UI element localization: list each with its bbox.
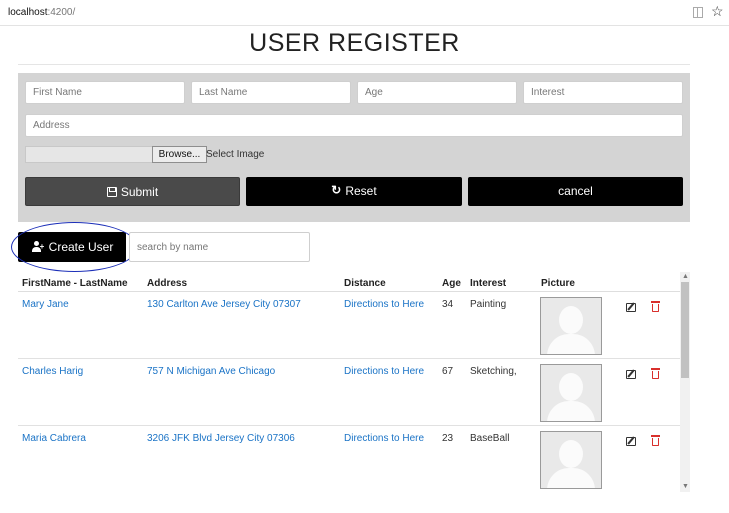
header-interest[interactable]: Interest — [470, 278, 506, 289]
submit-label: Submit — [120, 185, 159, 199]
row-age: 34 — [442, 299, 454, 310]
avatar-placeholder — [540, 364, 602, 422]
row-age: 23 — [442, 433, 454, 444]
table-row: Charles Harig 757 N Michigan Ave Chicago… — [18, 359, 680, 426]
edit-icon[interactable] — [626, 303, 636, 312]
header-address[interactable]: Address — [147, 278, 187, 289]
table-row: Maria Cabrera 3206 JFK Blvd Jersey City … — [18, 426, 680, 492]
age-input[interactable] — [357, 81, 517, 104]
create-user-label: Create User — [48, 240, 114, 254]
header-distance[interactable]: Distance — [344, 278, 386, 289]
header-age[interactable]: Age — [442, 278, 461, 289]
favorite-star-icon[interactable]: ☆ — [711, 4, 724, 18]
row-address[interactable]: 130 Carlton Ave Jersey City 07307 — [147, 299, 301, 310]
row-address[interactable]: 3206 JFK Blvd Jersey City 07306 — [147, 433, 295, 444]
row-interest: Sketching, — [470, 366, 517, 377]
reset-button[interactable]: ↻ Reset — [246, 177, 462, 206]
submit-button[interactable]: Submit — [25, 177, 240, 206]
browse-button[interactable]: Browse... — [152, 146, 207, 163]
row-directions-link[interactable]: Directions to Here — [344, 299, 424, 310]
reader-view-icon[interactable] — [693, 7, 703, 18]
row-address[interactable]: 757 N Michigan Ave Chicago — [147, 366, 275, 377]
create-user-button[interactable]: + Create User — [18, 232, 126, 262]
search-input[interactable] — [129, 232, 310, 262]
table-header: FirstName - LastName Address Distance Ag… — [18, 272, 689, 292]
address-input[interactable] — [25, 114, 683, 137]
row-interest: Painting — [470, 299, 507, 310]
row-name[interactable]: Maria Cabrera — [22, 433, 86, 444]
scroll-thumb[interactable] — [681, 282, 689, 378]
select-image-label: Select Image — [206, 149, 265, 160]
browser-address-bar[interactable]: localhost:4200/ ☆ — [0, 0, 729, 26]
page-title: USER REGISTER — [249, 29, 460, 57]
table-scrollbar[interactable]: ▲ ▼ — [680, 272, 690, 492]
floppy-disk-icon — [106, 186, 117, 197]
interest-input[interactable] — [523, 81, 683, 104]
row-name[interactable]: Mary Jane — [22, 299, 69, 310]
title-divider — [18, 64, 690, 65]
url-text[interactable]: localhost:4200/ — [8, 7, 75, 18]
users-table: FirstName - LastName Address Distance Ag… — [18, 272, 689, 492]
scroll-down-arrow-icon[interactable]: ▼ — [682, 483, 689, 490]
user-form-panel: Browse... Select Image Submit ↻Reset can… — [18, 73, 690, 222]
row-interest: BaseBall — [470, 433, 510, 444]
first-name-input[interactable] — [25, 81, 185, 104]
reset-label: Reset — [345, 184, 377, 198]
file-path-box[interactable] — [25, 146, 153, 163]
edit-icon[interactable] — [626, 370, 636, 379]
avatar-placeholder — [540, 431, 602, 489]
header-name[interactable]: FirstName - LastName — [22, 278, 128, 289]
user-plus-icon: + — [31, 241, 45, 253]
refresh-icon: ↻ — [331, 183, 342, 198]
row-name[interactable]: Charles Harig — [22, 366, 83, 377]
cancel-button[interactable]: cancel — [468, 177, 683, 206]
cancel-label: cancel — [558, 184, 593, 198]
row-directions-link[interactable]: Directions to Here — [344, 433, 424, 444]
header-picture[interactable]: Picture — [541, 278, 575, 289]
trash-icon[interactable] — [651, 301, 660, 312]
row-directions-link[interactable]: Directions to Here — [344, 366, 424, 377]
trash-icon[interactable] — [651, 435, 660, 446]
scroll-up-arrow-icon[interactable]: ▲ — [682, 273, 689, 280]
edit-icon[interactable] — [626, 437, 636, 446]
trash-icon[interactable] — [651, 368, 660, 379]
last-name-input[interactable] — [191, 81, 351, 104]
table-row: Mary Jane 130 Carlton Ave Jersey City 07… — [18, 292, 680, 359]
avatar-placeholder — [540, 297, 602, 355]
row-age: 67 — [442, 366, 454, 377]
